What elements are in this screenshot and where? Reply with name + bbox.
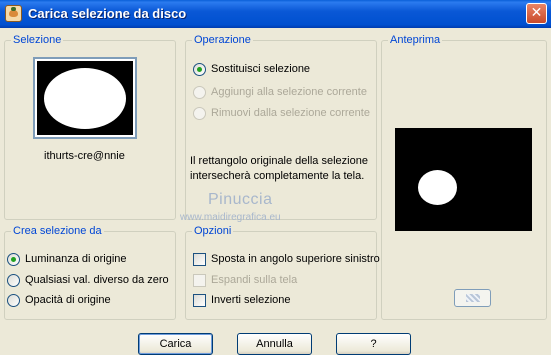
preview-pattern-icon [466, 294, 480, 302]
info-line-1: Il rettangolo originale della selezione [190, 155, 368, 167]
watermark-url: www.maidiregrafica.eu [180, 212, 281, 223]
radio-qualsiasi-label: Qualsiasi val. diverso da zero [25, 274, 169, 286]
title-bar[interactable]: Carica selezione da disco ✕ [0, 0, 551, 28]
selection-thumbnail [37, 61, 133, 135]
radio-sostituisci-label: Sostituisci selezione [211, 63, 311, 75]
radio-rimuovi-label: Rimuovi dalla selezione corrente [211, 107, 370, 119]
radio-off-icon[interactable] [193, 106, 206, 120]
window-title: Carica selezione da disco [28, 6, 187, 21]
selection-shape [44, 68, 126, 129]
dropdown-arrow-icon[interactable] [127, 95, 133, 99]
radio-opacita[interactable]: Opacità di origine [7, 292, 111, 308]
close-button[interactable]: ✕ [526, 3, 547, 24]
radio-on-icon[interactable] [193, 62, 206, 76]
preview-canvas [395, 128, 532, 231]
checkbox-icon[interactable] [193, 273, 206, 287]
radio-rimuovi[interactable]: Rimuovi dalla selezione corrente [193, 105, 370, 121]
radio-on-icon[interactable] [7, 252, 20, 266]
check-inverti-label: Inverti selezione [211, 294, 291, 306]
check-espandi-label: Espandi sulla tela [211, 274, 298, 286]
watermark-name: Pinuccia [208, 191, 273, 208]
crea-legend: Crea selezione da [11, 225, 104, 237]
radio-aggiungi-label: Aggiungi alla selezione corrente [211, 86, 367, 98]
opzioni-legend: Opzioni [192, 225, 234, 237]
selection-name: ithurts-cre@nnie [44, 150, 125, 162]
close-icon: ✕ [530, 5, 543, 21]
check-inverti[interactable]: Inverti selezione [193, 292, 291, 308]
check-sposta-label: Sposta in angolo superiore sinistro [211, 253, 380, 265]
operation-info: Il rettangolo originale della selezione … [190, 154, 370, 184]
dialog-window: Carica selezione da disco ✕ Selezione it… [0, 0, 551, 355]
help-button[interactable]: ? [336, 333, 411, 355]
load-button[interactable]: Carica [138, 333, 213, 355]
radio-sostituisci[interactable]: Sostituisci selezione [193, 61, 310, 77]
radio-off-icon[interactable] [7, 273, 20, 287]
preview-shape [418, 170, 457, 205]
checkbox-icon[interactable] [193, 293, 206, 307]
selezione-legend: Selezione [11, 34, 64, 46]
preview-toggle-button[interactable] [454, 289, 491, 307]
selection-picker[interactable] [33, 57, 137, 139]
operazione-legend: Operazione [192, 34, 253, 46]
radio-off-icon[interactable] [193, 85, 206, 99]
radio-aggiungi[interactable]: Aggiungi alla selezione corrente [193, 84, 367, 100]
radio-luminanza-label: Luminanza di origine [25, 253, 127, 265]
app-icon [5, 5, 22, 22]
check-sposta[interactable]: Sposta in angolo superiore sinistro [193, 251, 380, 267]
checkbox-icon[interactable] [193, 252, 206, 266]
radio-opacita-label: Opacità di origine [25, 294, 111, 306]
check-espandi[interactable]: Espandi sulla tela [193, 272, 297, 288]
anteprima-legend: Anteprima [388, 34, 443, 46]
info-line-2: intersecherà completamente la tela. [190, 170, 365, 182]
radio-qualsiasi[interactable]: Qualsiasi val. diverso da zero [7, 272, 169, 288]
radio-luminanza[interactable]: Luminanza di origine [7, 251, 127, 267]
cancel-button[interactable]: Annulla [237, 333, 312, 355]
radio-off-icon[interactable] [7, 293, 20, 307]
